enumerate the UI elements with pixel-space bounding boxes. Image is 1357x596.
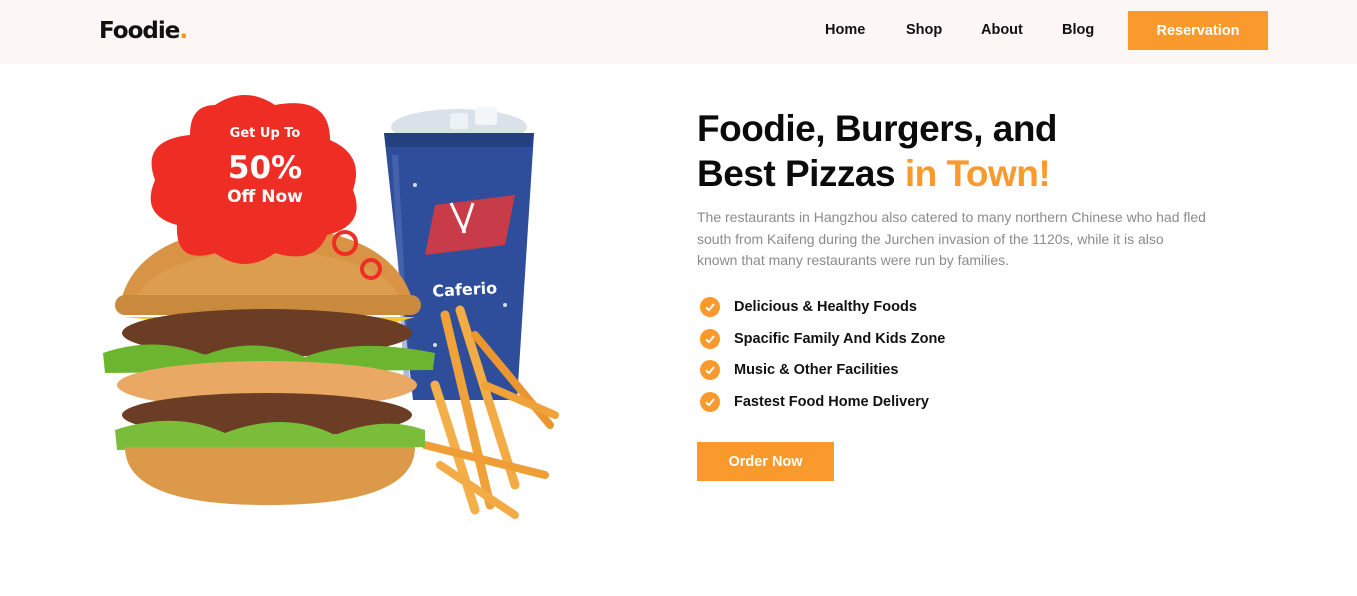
feature-item: Spacific Family And Kids Zone <box>700 323 945 355</box>
check-circle-icon <box>700 296 720 317</box>
feature-item: Delicious & Healthy Foods <box>700 291 945 323</box>
hero-heading: Foodie, Burgers, and Best Pizzas in Town… <box>697 106 1058 196</box>
reservation-button[interactable]: Reservation <box>1128 11 1268 50</box>
check-circle-icon <box>700 360 720 381</box>
check-circle-icon <box>700 328 720 349</box>
nav-about[interactable]: About <box>981 20 1023 40</box>
promo-line3: Off Now <box>227 187 303 207</box>
hero-description: The restaurants in Hangzhou also catered… <box>697 209 1206 269</box>
hero-food-image: Caferio Get Up To 50% Off Now <box>103 95 559 519</box>
promo-discount: 50% <box>228 150 302 186</box>
nav-shop[interactable]: Shop <box>906 20 942 40</box>
logo-text: Foodie <box>99 18 180 44</box>
check-circle-icon <box>700 391 720 412</box>
hero-title-line1: Foodie, Burgers, and <box>697 108 1058 149</box>
order-now-button[interactable]: Order Now <box>697 442 834 481</box>
nav-blog[interactable]: Blog <box>1062 20 1094 40</box>
feature-label: Fastest Food Home Delivery <box>734 393 929 410</box>
hero-title-accent: in Town! <box>904 153 1051 194</box>
nav-home[interactable]: Home <box>825 20 865 40</box>
burger-illustration <box>103 225 435 505</box>
logo[interactable]: Foodie. <box>99 16 188 46</box>
site-header: Foodie. Home Shop About Blog Reservation <box>0 0 1357 64</box>
cup-brand-label: Caferio <box>432 278 498 300</box>
logo-dot: . <box>179 18 188 44</box>
hero-title-line2: Best Pizzas <box>697 153 905 194</box>
promo-line1: Get Up To <box>230 126 301 141</box>
feature-label: Spacific Family And Kids Zone <box>734 330 946 347</box>
feature-item: Music & Other Facilities <box>700 354 945 386</box>
feature-label: Delicious & Healthy Foods <box>734 298 917 315</box>
feature-item: Fastest Food Home Delivery <box>700 386 945 418</box>
feature-list: Delicious & Healthy Foods Spacific Famil… <box>700 291 945 418</box>
feature-label: Music & Other Facilities <box>734 362 899 379</box>
